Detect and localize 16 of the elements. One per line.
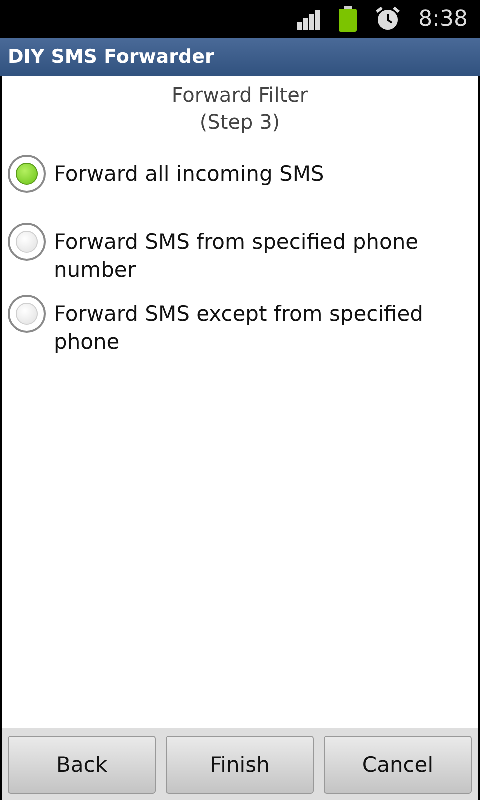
clock-time: 8:38 — [418, 6, 468, 32]
step-title: Forward Filter — [172, 82, 308, 109]
option-label[interactable]: Forward SMS except from specified phone — [54, 290, 472, 356]
cancel-button[interactable]: Cancel — [324, 736, 472, 794]
step-subtitle: (Step 3) — [200, 109, 280, 136]
alarm-clock-icon — [374, 6, 401, 32]
option-label[interactable]: Forward SMS from specified phone number — [54, 218, 472, 284]
radio-button[interactable] — [8, 295, 46, 333]
radio-button[interactable] — [8, 223, 46, 261]
signal-icon — [296, 8, 321, 30]
back-button[interactable]: Back — [8, 736, 156, 794]
battery-icon — [338, 6, 357, 32]
window-title: DIY SMS Forwarder — [8, 46, 214, 68]
option-label[interactable]: Forward all incoming SMS — [54, 150, 324, 188]
finish-button[interactable]: Finish — [166, 736, 314, 794]
radio-button[interactable] — [8, 155, 46, 193]
